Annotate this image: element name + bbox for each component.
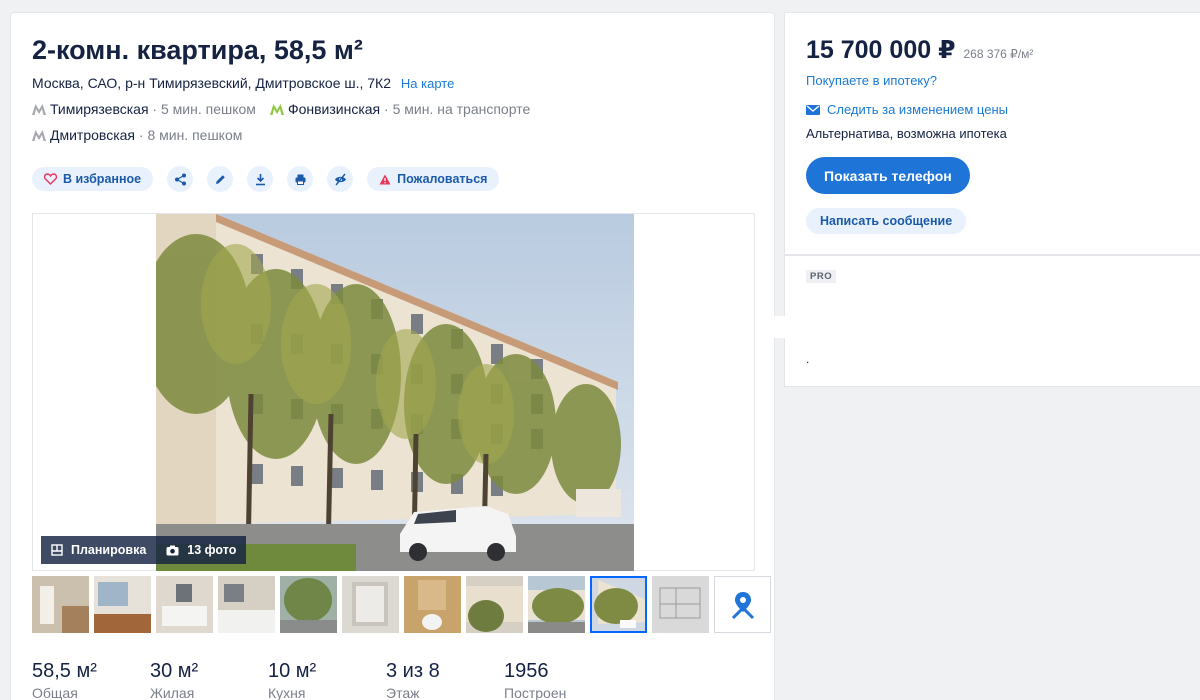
heart-icon [44,173,57,185]
building-photo [156,214,634,571]
layout-label: Планировка [71,543,147,557]
price-per-sqm: 268 376 ₽/м² [963,47,1034,61]
metro-name: Дмитровская [50,127,135,143]
thumbnail[interactable] [466,576,523,633]
print-icon [295,174,306,185]
share-button[interactable] [167,166,194,192]
thumbnail[interactable] [280,576,337,633]
price: 15 700 000 ₽ 268 376 ₽/м² [806,35,1033,65]
fact-value: 10 м² [268,660,317,682]
photo-gallery[interactable]: Планировка 13 фото [32,213,755,571]
pencil-icon [215,174,225,184]
photos-button[interactable]: 13 фото [156,536,247,564]
listing-card: 2-комн. квартира, 58,5 м² Москва, САО, р… [10,12,775,700]
fact-floor: 3 из 8 Этаж [386,660,504,700]
metro-name: Фонвизинская [287,101,381,117]
fact-value: 1956 [504,660,549,682]
fact-label: Построен [504,685,567,700]
thumbnail[interactable] [156,576,213,633]
favorite-button[interactable]: В избранное [32,167,154,191]
thumbnail[interactable] [94,576,151,633]
metro-row-2: Дмитровская · 8 мин. пешком [32,127,242,143]
metro-station[interactable]: Тимирязевская · 5 мин. пешком [32,101,256,117]
floorplan-icon [51,544,63,556]
fact-value: 30 м² [150,660,199,682]
write-message-button[interactable]: Написать сообщение [806,208,967,234]
fact-value: 3 из 8 [386,660,440,682]
fact-year-built: 1956 Построен [504,660,622,700]
address-text: Москва, САО, р-н Тимирязевский, Дмитровс… [32,75,391,91]
metro-station[interactable]: Фонвизинская · 5 мин. на транспорте [269,101,531,117]
metro-station[interactable]: Дмитровская · 8 мин. пешком [32,127,242,143]
metro-row-1: Тимирязевская · 5 мин. пешком Фонвизинск… [32,101,530,117]
deal-type: Альтернатива, возможна ипотека [806,126,1007,141]
camera-icon [166,545,179,555]
thumbnail[interactable] [32,576,89,633]
thumbnail-active[interactable] [590,576,647,633]
fact-kitchen-area: 10 м² Кухня [268,660,386,700]
print-button[interactable] [287,166,314,192]
mortgage-link[interactable]: Покупаете в ипотеку? [806,73,937,88]
metro-icon [32,103,46,115]
agent-info: . [806,352,810,366]
address: Москва, САО, р-н Тимирязевский, Дмитровс… [32,75,454,91]
price-card: 15 700 000 ₽ 268 376 ₽/м² Покупаете в ип… [784,12,1200,255]
pro-badge: PRO [806,270,837,283]
divider-notch [756,316,786,338]
fact-total-area: 58,5 м² Общая [32,660,150,700]
fact-label: Этаж [386,685,420,700]
follow-price-label: Следить за изменением цены [827,102,1008,117]
fact-label: Жилая [150,685,195,700]
fact-living-area: 30 м² Жилая [150,660,268,700]
map-thumbnail[interactable] [714,576,771,633]
main-photo[interactable] [156,214,634,571]
fact-label: Общая [32,685,78,700]
thumbnail[interactable] [342,576,399,633]
download-icon [255,173,265,185]
download-button[interactable] [247,166,274,192]
complain-label: Пожаловаться [397,172,488,186]
edit-button[interactable] [207,166,234,192]
envelope-icon [806,104,820,115]
thumbnail-floorplan[interactable] [652,576,709,633]
agent-card: PRO . [784,255,1200,387]
photos-label: 13 фото [187,543,237,557]
fact-value: 58,5 м² [32,660,97,682]
layout-button[interactable]: Планировка [41,536,157,564]
favorite-label: В избранное [63,172,142,186]
gallery-bar: Планировка 13 фото [41,536,247,564]
metro-icon [269,103,284,115]
thumbnail[interactable] [528,576,585,633]
follow-price-link[interactable]: Следить за изменением цены [806,102,1008,117]
eye-off-icon [334,173,346,185]
metro-icon [32,129,46,141]
action-bar: В избранное Пожаловаться [32,166,500,192]
metro-time: · 8 мин. пешком [135,127,243,143]
map-link[interactable]: На карте [401,76,454,91]
metro-time: · 5 мин. пешком [148,101,256,117]
thumbnail-strip [32,576,771,633]
fact-label: Кухня [268,685,306,700]
thumbnail[interactable] [404,576,461,633]
warning-icon [379,174,391,184]
share-icon [174,173,186,185]
map-pin-icon [731,591,754,619]
facts-row: 58,5 м² Общая 30 м² Жилая 10 м² Кухня 3 … [32,660,622,700]
metro-time: · 5 мин. на транспорте [380,101,531,117]
thumbnail[interactable] [218,576,275,633]
hide-button[interactable] [327,166,354,192]
page-title: 2-комн. квартира, 58,5 м² [32,35,363,65]
metro-name: Тимирязевская [50,101,149,117]
complain-button[interactable]: Пожаловаться [367,167,500,191]
price-value: 15 700 000 ₽ [806,36,956,64]
show-phone-button[interactable]: Показать телефон [806,157,970,194]
